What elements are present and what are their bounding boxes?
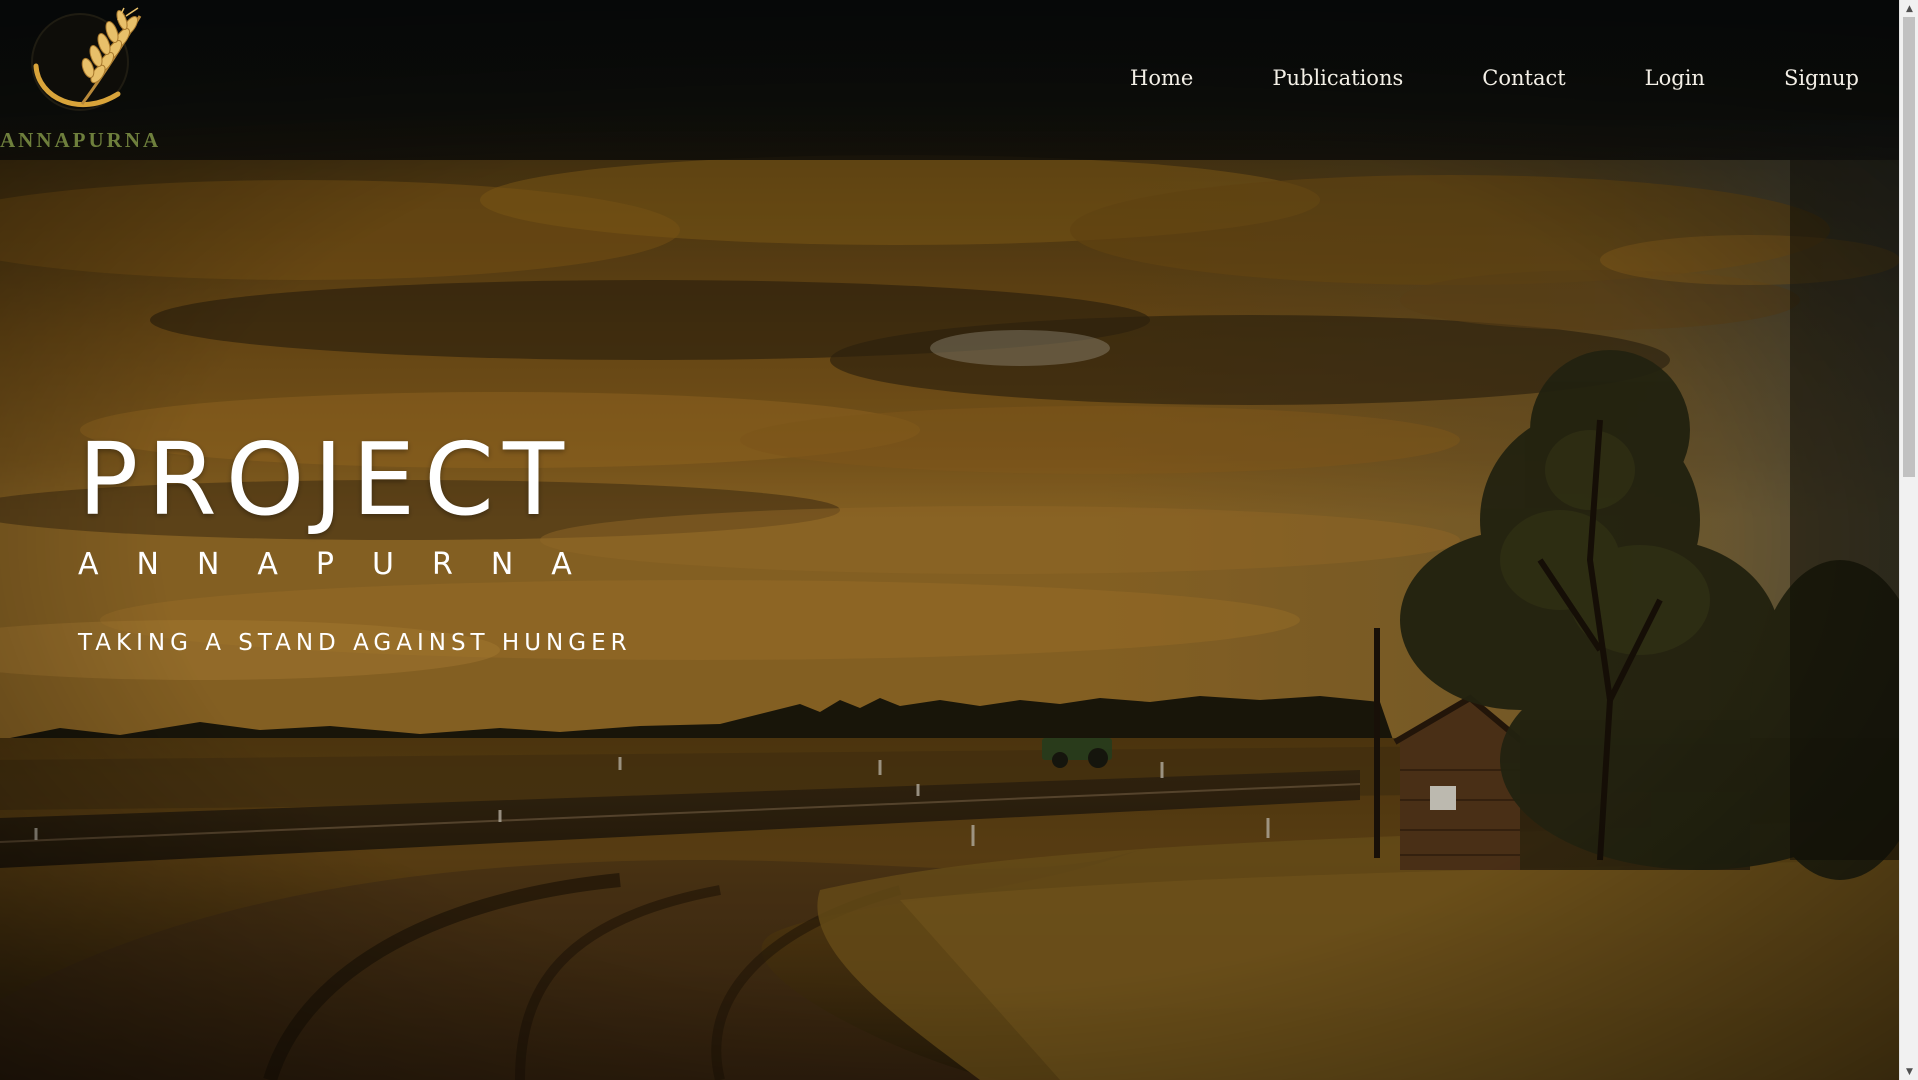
hero-content: PROJECT ANNAPURNA TAKING A STAND AGAINST… (78, 430, 632, 655)
scrollbar-thumb[interactable] (1903, 17, 1915, 477)
page-scrollbar[interactable]: ▲ ▼ (1899, 0, 1918, 1080)
site-logo[interactable]: ANNAPURNA (0, 0, 170, 160)
nav-link-publications[interactable]: Publications (1272, 66, 1403, 90)
logo-text: ANNAPURNA (0, 128, 162, 152)
site-header: ANNAPURNA Home Publications Contact Logi… (0, 0, 1899, 160)
nav-link-home[interactable]: Home (1130, 66, 1193, 90)
nav-link-login[interactable]: Login (1645, 66, 1705, 90)
main-nav: Home Publications Contact Login Signup (1051, 66, 1859, 90)
hero-subtitle: ANNAPURNA (78, 547, 610, 582)
nav-link-contact[interactable]: Contact (1482, 66, 1565, 90)
scroll-up-arrow-icon[interactable]: ▲ (1900, 0, 1918, 17)
hero-title: PROJECT (78, 421, 574, 538)
nav-link-signup[interactable]: Signup (1784, 66, 1859, 90)
scroll-down-arrow-icon[interactable]: ▼ (1900, 1063, 1918, 1080)
hero-tagline: TAKING A STAND AGAINST HUNGER (78, 630, 632, 656)
page: ANNAPURNA Home Publications Contact Logi… (0, 0, 1899, 1080)
wheat-emblem-icon (22, 6, 148, 114)
